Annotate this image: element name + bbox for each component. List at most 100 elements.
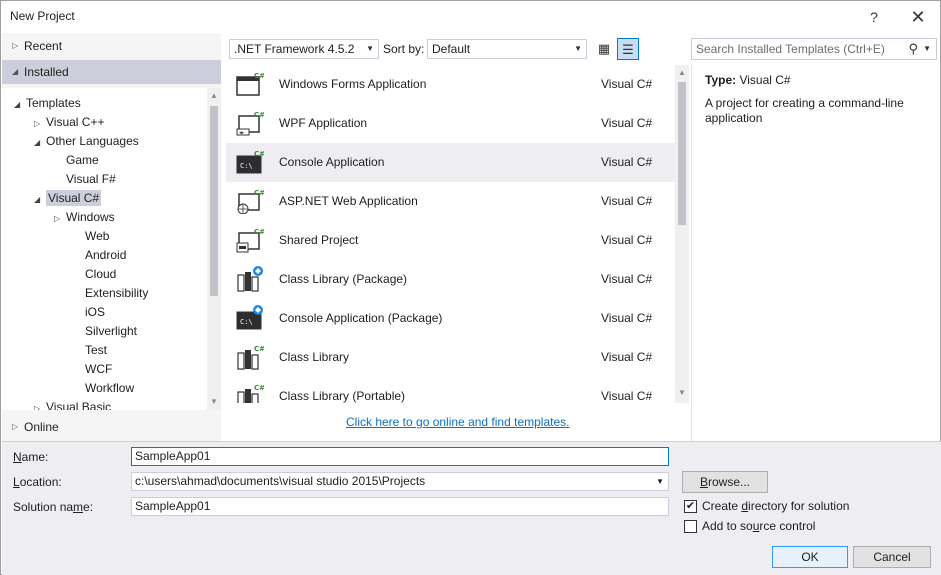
template-language: Visual C# — [601, 77, 653, 91]
location-combobox[interactable]: c:\users\ahmad\documents\visual studio 2… — [131, 472, 669, 491]
recent-section[interactable]: ▷ Recent — [2, 34, 221, 58]
search-box[interactable]: Search Installed Templates (Ctrl+E) ⚲ ▼ — [691, 38, 937, 60]
sort-value: Default — [432, 42, 471, 56]
template-name: Console Application — [279, 155, 385, 169]
scroll-down-icon[interactable]: ▼ — [209, 397, 219, 406]
template-language: Visual C# — [601, 311, 653, 325]
chevron-right-icon: ▷ — [12, 422, 19, 431]
template-row[interactable]: C# Windows Forms Application Visual C# — [226, 65, 675, 104]
tree-item[interactable]: iOS — [73, 303, 105, 321]
chevron-down-icon[interactable]: ◢ — [14, 96, 26, 114]
shared-project-icon: C# — [236, 227, 265, 253]
tree-item[interactable]: Game — [54, 151, 99, 169]
chevron-right-icon[interactable]: ▷ — [34, 115, 46, 133]
tree-item[interactable]: ▷ Visual Basic — [34, 398, 111, 410]
scroll-up-icon[interactable]: ▲ — [677, 68, 687, 77]
chevron-down-icon[interactable]: ▼ — [923, 39, 931, 59]
scroll-down-icon[interactable]: ▼ — [677, 388, 687, 397]
create-directory-label[interactable]: Create directory for solution — [702, 499, 849, 513]
template-row[interactable]: C# Class Library (Portable) Visual C# — [226, 377, 675, 403]
location-label: Location: — [13, 475, 62, 489]
template-row[interactable]: Class Library (Package) Visual C# — [226, 260, 675, 299]
tree-item[interactable]: WCF — [73, 360, 112, 378]
svg-text:C#: C# — [254, 228, 264, 236]
help-button[interactable]: ? — [859, 5, 889, 29]
template-row[interactable]: C:\ Console Application (Package) Visual C… — [226, 299, 675, 338]
installed-section[interactable]: ◢ Installed — [2, 60, 221, 84]
template-language: Visual C# — [601, 155, 653, 169]
add-to-source-control-checkbox[interactable] — [684, 520, 697, 533]
tree-item[interactable]: ▷ Windows — [54, 208, 115, 226]
add-to-source-control-label[interactable]: Add to source control — [702, 519, 815, 533]
small-icons-view-button[interactable]: ▦ — [593, 38, 615, 60]
list-view-button[interactable]: ☰ — [617, 38, 639, 60]
tree-item-label: Game — [66, 153, 99, 167]
tree-item-label: Web — [85, 229, 110, 243]
cancel-button[interactable]: Cancel — [853, 546, 931, 568]
web-app-icon: C# — [236, 188, 265, 215]
browse-button[interactable]: Browse... — [682, 471, 768, 493]
tree-item[interactable]: Cloud — [73, 265, 116, 283]
tree-item[interactable]: ◢ Other Languages — [34, 132, 139, 150]
template-list-scrollbar[interactable]: ▲ ▼ — [675, 65, 689, 403]
tree-item-label: Visual F# — [66, 172, 116, 186]
tree-item[interactable]: Extensibility — [73, 284, 148, 302]
template-row[interactable]: C# Shared Project Visual C# — [226, 221, 675, 260]
tree-item-label: Templates — [26, 96, 81, 110]
class-library-icon: C# — [236, 344, 265, 370]
chevron-right-icon[interactable]: ▷ — [34, 400, 46, 410]
tree-item-label: Cloud — [85, 267, 117, 281]
find-templates-online-link[interactable]: Click here to go online and find templat… — [346, 415, 569, 429]
tree-item[interactable]: Silverlight — [73, 322, 137, 340]
online-label: Online — [24, 420, 59, 434]
sort-dropdown[interactable]: Default ▼ — [427, 39, 587, 59]
template-name: Class Library (Package) — [279, 272, 408, 286]
class-library-portable-icon: C# — [236, 383, 265, 403]
chevron-right-icon: ▷ — [12, 41, 19, 50]
tree-item[interactable]: Android — [73, 246, 126, 264]
template-row[interactable]: ◂▸ C# WPF Application Visual C# — [226, 104, 675, 143]
tree-item[interactable]: Workflow — [73, 379, 134, 397]
search-icon[interactable]: ⚲ — [908, 39, 918, 59]
template-language: Visual C# — [601, 350, 653, 364]
tree-item[interactable]: ▷ Visual C++ — [34, 113, 104, 131]
tree-item-label: Silverlight — [85, 324, 138, 338]
solution-name-label: Solution name: — [13, 500, 94, 514]
ok-button[interactable]: OK — [772, 546, 848, 568]
scrollbar-thumb[interactable] — [678, 82, 686, 225]
chevron-right-icon[interactable]: ▷ — [54, 210, 66, 228]
tree-item-label: Visual C# — [46, 190, 102, 206]
template-language: Visual C# — [601, 233, 653, 247]
tree-scrollbar[interactable]: ▲ ▼ — [207, 88, 221, 410]
template-row[interactable]: C# ASP.NET Web Application Visual C# — [226, 182, 675, 221]
project-name-input[interactable]: SampleApp01 — [131, 447, 669, 466]
create-directory-checkbox[interactable]: ✔ — [684, 500, 697, 513]
close-button[interactable]: ✕ — [903, 5, 933, 29]
solution-name-input[interactable]: SampleApp01 — [131, 497, 669, 516]
tree-item[interactable]: Test — [73, 341, 107, 359]
chevron-down-icon[interactable]: ◢ — [34, 191, 46, 209]
console-package-icon: C:\ — [236, 305, 264, 331]
wpf-icon: ◂▸ C# — [236, 110, 265, 136]
template-language: Visual C# — [601, 194, 653, 208]
tree-item[interactable]: Web — [73, 227, 109, 245]
tree-item[interactable]: ◢ Visual C# — [34, 189, 102, 209]
template-row[interactable]: C:\ C# Console Application Visual C# — [226, 143, 675, 182]
tree-item-label: Visual Basic — [46, 400, 112, 410]
chevron-down-icon[interactable]: ▼ — [656, 473, 664, 490]
chevron-down-icon: ▼ — [366, 44, 374, 53]
scroll-up-icon[interactable]: ▲ — [209, 91, 219, 100]
framework-dropdown[interactable]: .NET Framework 4.5.2 ▼ — [229, 39, 379, 59]
template-list: C# Windows Forms Application Visual C# ◂▸ C#… — [226, 65, 689, 403]
tree-item[interactable]: ◢ Templates — [14, 94, 81, 112]
template-row[interactable]: C# Class Library Visual C# — [226, 338, 675, 377]
search-input[interactable]: Search Installed Templates (Ctrl+E) — [696, 42, 885, 56]
windows-forms-icon: C# — [236, 71, 265, 97]
window-title: New Project — [10, 9, 75, 23]
online-section[interactable]: ▷ Online — [2, 415, 221, 439]
grid-icon: ▦ — [597, 41, 611, 56]
scrollbar-thumb[interactable] — [210, 106, 218, 296]
template-name: Class Library (Portable) — [279, 389, 406, 403]
chevron-down-icon[interactable]: ◢ — [34, 134, 46, 152]
tree-item[interactable]: Visual F# — [54, 170, 116, 188]
